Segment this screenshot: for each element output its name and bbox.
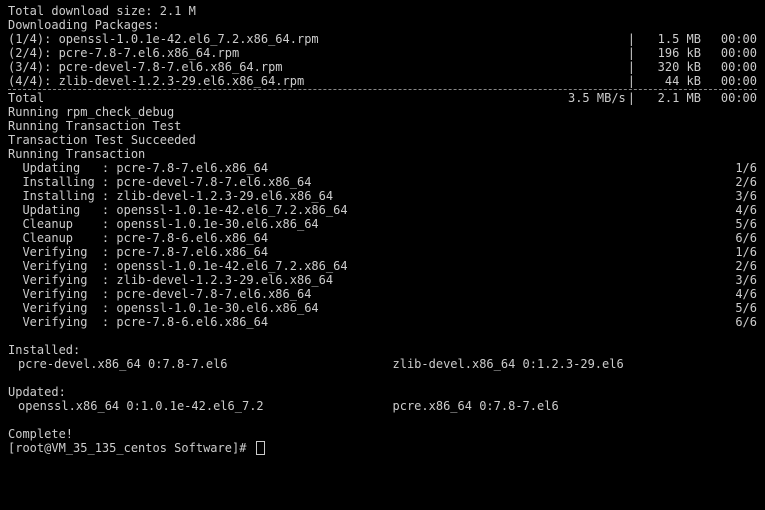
progress-msg: Running rpm_check_debug [8,105,757,119]
installed-list: pcre-devel.x86_64 0:7.8-7.el6 zlib-devel… [8,357,757,371]
transaction-row: Verifying : pcre-7.8-6.el6.x86_64 6/6 [8,315,757,329]
download-time: 00:00 [701,60,757,74]
transaction-action: Cleanup : openssl-1.0.1e-30.el6.x86_64 [8,217,319,231]
download-size: 320 kB [637,60,701,74]
transaction-action: Verifying : pcre-7.8-6.el6.x86_64 [8,315,268,329]
terminal-output: Total download size: 2.1 M Downloading P… [8,4,757,455]
transaction-row: Verifying : openssl-1.0.1e-30.el6.x86_64… [8,301,757,315]
download-size: 196 kB [637,46,701,60]
transaction-action: Updating : pcre-7.8-7.el6.x86_64 [8,161,268,175]
transaction-action: Verifying : pcre-7.8-7.el6.x86_64 [8,245,268,259]
installed-item: zlib-devel.x86_64 0:1.2.3-29.el6 [383,357,758,371]
total-rate: 3.5 MB/s [546,91,626,105]
total-size: 2.1 MB [637,91,701,105]
complete-msg: Complete! [8,427,757,441]
transaction-row: Installing : zlib-devel-1.2.3-29.el6.x86… [8,189,757,203]
download-row: (3/4): pcre-devel-7.8-7.el6.x86_64.rpm|3… [8,60,757,74]
total-row: Total 3.5 MB/s | 2.1 MB 00:00 [8,91,757,105]
total-label: Total [8,91,44,105]
transaction-row: Installing : pcre-devel-7.8-7.el6.x86_64… [8,175,757,189]
shell-prompt: [root@VM_35_135_centos Software]# [8,441,254,455]
transaction-index: 6/6 [723,231,757,245]
updated-list: openssl.x86_64 0:1.0.1e-42.el6_7.2 pcre.… [8,399,757,413]
progress-msg: Running Transaction Test [8,119,757,133]
transaction-index: 2/6 [723,259,757,273]
cursor-icon [256,441,265,455]
transaction-index: 1/6 [723,161,757,175]
download-size: 1.5 MB [637,32,701,46]
transaction-action: Verifying : openssl-1.0.1e-42.el6_7.2.x8… [8,259,348,273]
transaction-index: 4/6 [723,203,757,217]
installed-item: pcre-devel.x86_64 0:7.8-7.el6 [8,357,383,371]
transaction-index: 3/6 [723,273,757,287]
transaction-action: Verifying : openssl-1.0.1e-30.el6.x86_64 [8,301,319,315]
transaction-action: Cleanup : pcre-7.8-6.el6.x86_64 [8,231,268,245]
download-size: 44 kB [637,74,701,88]
download-time: 00:00 [701,74,757,88]
progress-msg: Running Transaction [8,147,757,161]
transaction-row: Updating : openssl-1.0.1e-42.el6_7.2.x86… [8,203,757,217]
transaction-row: Verifying : pcre-7.8-7.el6.x86_64 1/6 [8,245,757,259]
total-time: 00:00 [701,91,757,105]
download-row: (1/4): openssl-1.0.1e-42.el6_7.2.x86_64.… [8,32,757,46]
transaction-row: Cleanup : openssl-1.0.1e-30.el6.x86_64 5/… [8,217,757,231]
download-name: (2/4): pcre-7.8-7.el6.x86_64.rpm [8,46,239,60]
transaction-index: 3/6 [723,189,757,203]
updated-item: pcre.x86_64 0:7.8-7.el6 [383,399,758,413]
transaction-action: Installing : pcre-devel-7.8-7.el6.x86_64 [8,175,311,189]
transaction-row: Verifying : zlib-devel-1.2.3-29.el6.x86_… [8,273,757,287]
transaction-row: Updating : pcre-7.8-7.el6.x86_64 1/6 [8,161,757,175]
transaction-index: 5/6 [723,301,757,315]
separator-line [8,89,757,90]
download-time: 00:00 [701,46,757,60]
updated-item: openssl.x86_64 0:1.0.1e-42.el6_7.2 [8,399,383,413]
download-row: (2/4): pcre-7.8-7.el6.x86_64.rpm|196 kB0… [8,46,757,60]
transaction-row: Verifying : pcre-devel-7.8-7.el6.x86_64 4… [8,287,757,301]
download-row: (4/4): zlib-devel-1.2.3-29.el6.x86_64.rp… [8,74,757,88]
transaction-index: 5/6 [723,217,757,231]
transaction-action: Updating : openssl-1.0.1e-42.el6_7.2.x86… [8,203,348,217]
installed-header: Installed: [8,343,757,357]
transaction-index: 1/6 [723,245,757,259]
shell-prompt-line[interactable]: [root@VM_35_135_centos Software]# [8,441,757,455]
total-download-size: Total download size: 2.1 M [8,4,757,18]
download-name: (1/4): openssl-1.0.1e-42.el6_7.2.x86_64.… [8,32,319,46]
transaction-row: Cleanup : pcre-7.8-6.el6.x86_64 6/6 [8,231,757,245]
progress-msg: Transaction Test Succeeded [8,133,757,147]
transaction-row: Verifying : openssl-1.0.1e-42.el6_7.2.x8… [8,259,757,273]
transaction-action: Verifying : zlib-devel-1.2.3-29.el6.x86_… [8,273,333,287]
transaction-action: Installing : zlib-devel-1.2.3-29.el6.x86… [8,189,333,203]
download-name: (4/4): zlib-devel-1.2.3-29.el6.x86_64.rp… [8,74,304,88]
updated-header: Updated: [8,385,757,399]
transaction-action: Verifying : pcre-devel-7.8-7.el6.x86_64 [8,287,311,301]
downloading-packages-header: Downloading Packages: [8,18,757,32]
transaction-index: 6/6 [723,315,757,329]
download-name: (3/4): pcre-devel-7.8-7.el6.x86_64.rpm [8,60,283,74]
transaction-index: 4/6 [723,287,757,301]
transaction-index: 2/6 [723,175,757,189]
download-time: 00:00 [701,32,757,46]
